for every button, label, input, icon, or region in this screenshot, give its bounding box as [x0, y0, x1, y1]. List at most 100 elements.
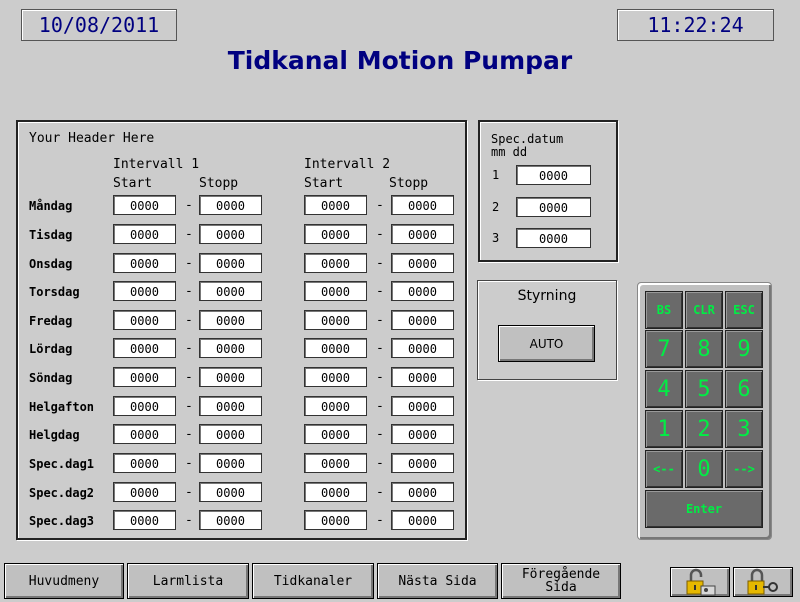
range-dash: - — [185, 427, 193, 442]
spec-datum-field-1[interactable]: 0000 — [516, 165, 591, 185]
interval2-stop-field[interactable]: 0000 — [391, 424, 454, 444]
interval1-start-field[interactable]: 0000 — [113, 224, 176, 244]
interval2-start-field[interactable]: 0000 — [304, 424, 367, 444]
interval1-stop-field[interactable]: 0000 — [199, 510, 262, 530]
interval2-start-field[interactable]: 0000 — [304, 453, 367, 473]
range-dash: - — [376, 485, 384, 500]
interval1-stop-field[interactable]: 0000 — [199, 396, 262, 416]
day-label: Onsdag — [29, 257, 73, 271]
interval1-start-field[interactable]: 0000 — [113, 310, 176, 330]
interval2-stop-field[interactable]: 0000 — [391, 310, 454, 330]
interval2-start-field[interactable]: 0000 — [304, 338, 367, 358]
key-clr[interactable]: CLR — [685, 291, 723, 329]
larmlista-button[interactable]: Larmlista — [127, 563, 249, 599]
interval1-stop-field[interactable]: 0000 — [199, 424, 262, 444]
range-dash: - — [376, 370, 384, 385]
range-dash: - — [185, 284, 193, 299]
interval2-start-field[interactable]: 0000 — [304, 367, 367, 387]
interval1-start-field[interactable]: 0000 — [113, 453, 176, 473]
key-2[interactable]: 2 — [685, 410, 723, 448]
logout-button[interactable] — [733, 567, 793, 597]
interval2-label: Intervall 2 — [304, 157, 391, 172]
interval1-start-field[interactable]: 0000 — [113, 195, 176, 215]
range-dash: - — [376, 256, 384, 271]
interval1-stop-field[interactable]: 0000 — [199, 310, 262, 330]
page-title: Tidkanal Motion Pumpar — [227, 46, 573, 75]
interval2-stop-field[interactable]: 0000 — [391, 195, 454, 215]
huvudmeny-button[interactable]: Huvudmeny — [4, 563, 124, 599]
key-enter[interactable]: Enter — [645, 490, 763, 528]
interval1-start-field[interactable]: 0000 — [113, 367, 176, 387]
nasta-sida-button[interactable]: Nästa Sida — [377, 563, 498, 599]
day-label: Tisdag — [29, 228, 73, 242]
interval2-stop-field[interactable]: 0000 — [391, 367, 454, 387]
key-8[interactable]: 8 — [685, 330, 723, 368]
interval1-stop-field[interactable]: 0000 — [199, 338, 262, 358]
interval2-stop-field[interactable]: 0000 — [391, 338, 454, 358]
interval2-start-field[interactable]: 0000 — [304, 224, 367, 244]
range-dash: - — [185, 370, 193, 385]
spec-datum-field-3[interactable]: 0000 — [516, 228, 591, 248]
spec-datum-index-3: 3 — [492, 231, 500, 245]
interval1-start-field[interactable]: 0000 — [113, 253, 176, 273]
tidkanaler-button[interactable]: Tidkanaler — [252, 563, 374, 599]
auto-mode-button[interactable]: AUTO — [498, 325, 595, 362]
foregaende-sida-button[interactable]: Föregående Sida — [501, 563, 621, 599]
interval2-start-field[interactable]: 0000 — [304, 396, 367, 416]
range-dash: - — [185, 513, 193, 528]
interval1-stop-field[interactable]: 0000 — [199, 453, 262, 473]
interval1-start-field[interactable]: 0000 — [113, 281, 176, 301]
interval2-stop-field[interactable]: 0000 — [391, 510, 454, 530]
key-1[interactable]: 1 — [645, 410, 683, 448]
interval1-start-field[interactable]: 0000 — [113, 396, 176, 416]
interval2-stop-field[interactable]: 0000 — [391, 281, 454, 301]
interval2-start-field[interactable]: 0000 — [304, 482, 367, 502]
lock-open-icon — [686, 568, 716, 596]
day-label: Måndag — [29, 199, 73, 213]
day-label: Lördag — [29, 342, 73, 356]
key-esc[interactable]: ESC — [725, 291, 763, 329]
spec-datum-field-2[interactable]: 0000 — [516, 197, 591, 217]
interval2-stop-field[interactable]: 0000 — [391, 482, 454, 502]
interval1-stop-field[interactable]: 0000 — [199, 367, 262, 387]
interval1-start-label: Start — [113, 176, 153, 191]
key-9[interactable]: 9 — [725, 330, 763, 368]
styrning-title: Styrning — [517, 288, 577, 304]
interval2-start-field[interactable]: 0000 — [304, 253, 367, 273]
key-bs[interactable]: BS — [645, 291, 683, 329]
interval2-stop-field[interactable]: 0000 — [391, 453, 454, 473]
key-0[interactable]: 0 — [685, 450, 723, 488]
interval1-start-field[interactable]: 0000 — [113, 482, 176, 502]
interval1-start-field[interactable]: 0000 — [113, 510, 176, 530]
key-left[interactable]: <-- — [645, 450, 683, 488]
interval2-start-field[interactable]: 0000 — [304, 281, 367, 301]
interval1-stop-field[interactable]: 0000 — [199, 195, 262, 215]
interval1-start-field[interactable]: 0000 — [113, 338, 176, 358]
interval1-label: Intervall 1 — [113, 157, 200, 172]
range-dash: - — [185, 313, 193, 328]
interval2-stop-field[interactable]: 0000 — [391, 396, 454, 416]
interval2-stop-field[interactable]: 0000 — [391, 253, 454, 273]
range-dash: - — [376, 227, 384, 242]
key-6[interactable]: 6 — [725, 370, 763, 408]
interval1-start-field[interactable]: 0000 — [113, 424, 176, 444]
interval2-start-label: Start — [304, 176, 344, 191]
spec-datum-index-2: 2 — [492, 200, 500, 214]
interval1-stop-field[interactable]: 0000 — [199, 253, 262, 273]
key-4[interactable]: 4 — [645, 370, 683, 408]
key-5[interactable]: 5 — [685, 370, 723, 408]
interval2-start-field[interactable]: 0000 — [304, 510, 367, 530]
interval1-stop-field[interactable]: 0000 — [199, 224, 262, 244]
interval2-start-field[interactable]: 0000 — [304, 195, 367, 215]
key-right[interactable]: --> — [725, 450, 763, 488]
spec-datum-subtitle: mm dd — [491, 145, 528, 159]
day-label: Spec.dag2 — [29, 486, 95, 500]
interval2-start-field[interactable]: 0000 — [304, 310, 367, 330]
interval1-stop-field[interactable]: 0000 — [199, 482, 262, 502]
interval2-stop-field[interactable]: 0000 — [391, 224, 454, 244]
interval1-stop-field[interactable]: 0000 — [199, 281, 262, 301]
key-7[interactable]: 7 — [645, 330, 683, 368]
range-dash: - — [185, 198, 193, 213]
key-3[interactable]: 3 — [725, 410, 763, 448]
login-button[interactable] — [670, 567, 730, 597]
